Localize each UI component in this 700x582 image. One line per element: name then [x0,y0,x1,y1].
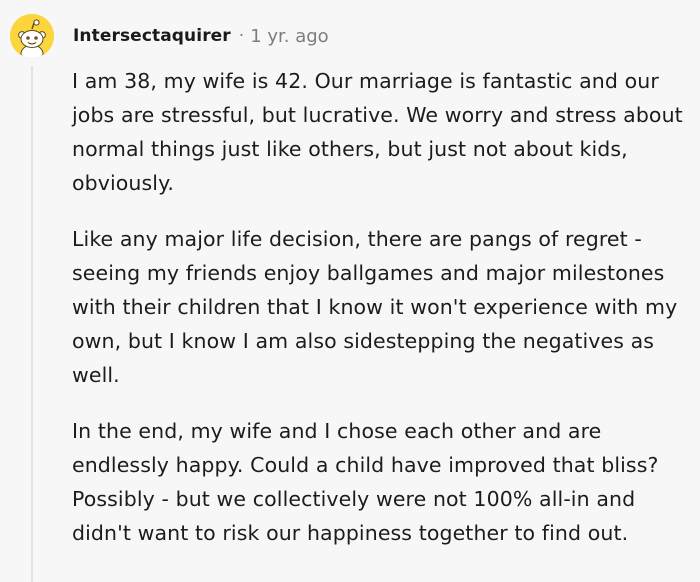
comment-paragraph-2: Like any major life decision, there are … [72,227,678,387]
thread-line[interactable] [31,66,33,582]
comment-author[interactable]: Intersectaquirer [73,26,231,46]
comment-timestamp[interactable]: 1 yr. ago [250,26,329,47]
comment-paragraph-3: In the end, my wife and I chose each oth… [72,419,659,545]
comment-meta: Intersectaquirer · 1 yr. ago [73,24,329,48]
meta-separator: · [238,26,245,46]
snoo-icon [10,14,54,58]
comment: Intersectaquirer · 1 yr. ago I am 38, my… [0,0,700,582]
comment-body: I am 38, my wife is 42. Our marriage is … [72,64,698,572]
snoo-avatar-icon[interactable] [10,14,54,58]
comment-paragraph-1: I am 38, my wife is 42. Our marriage is … [72,69,683,195]
